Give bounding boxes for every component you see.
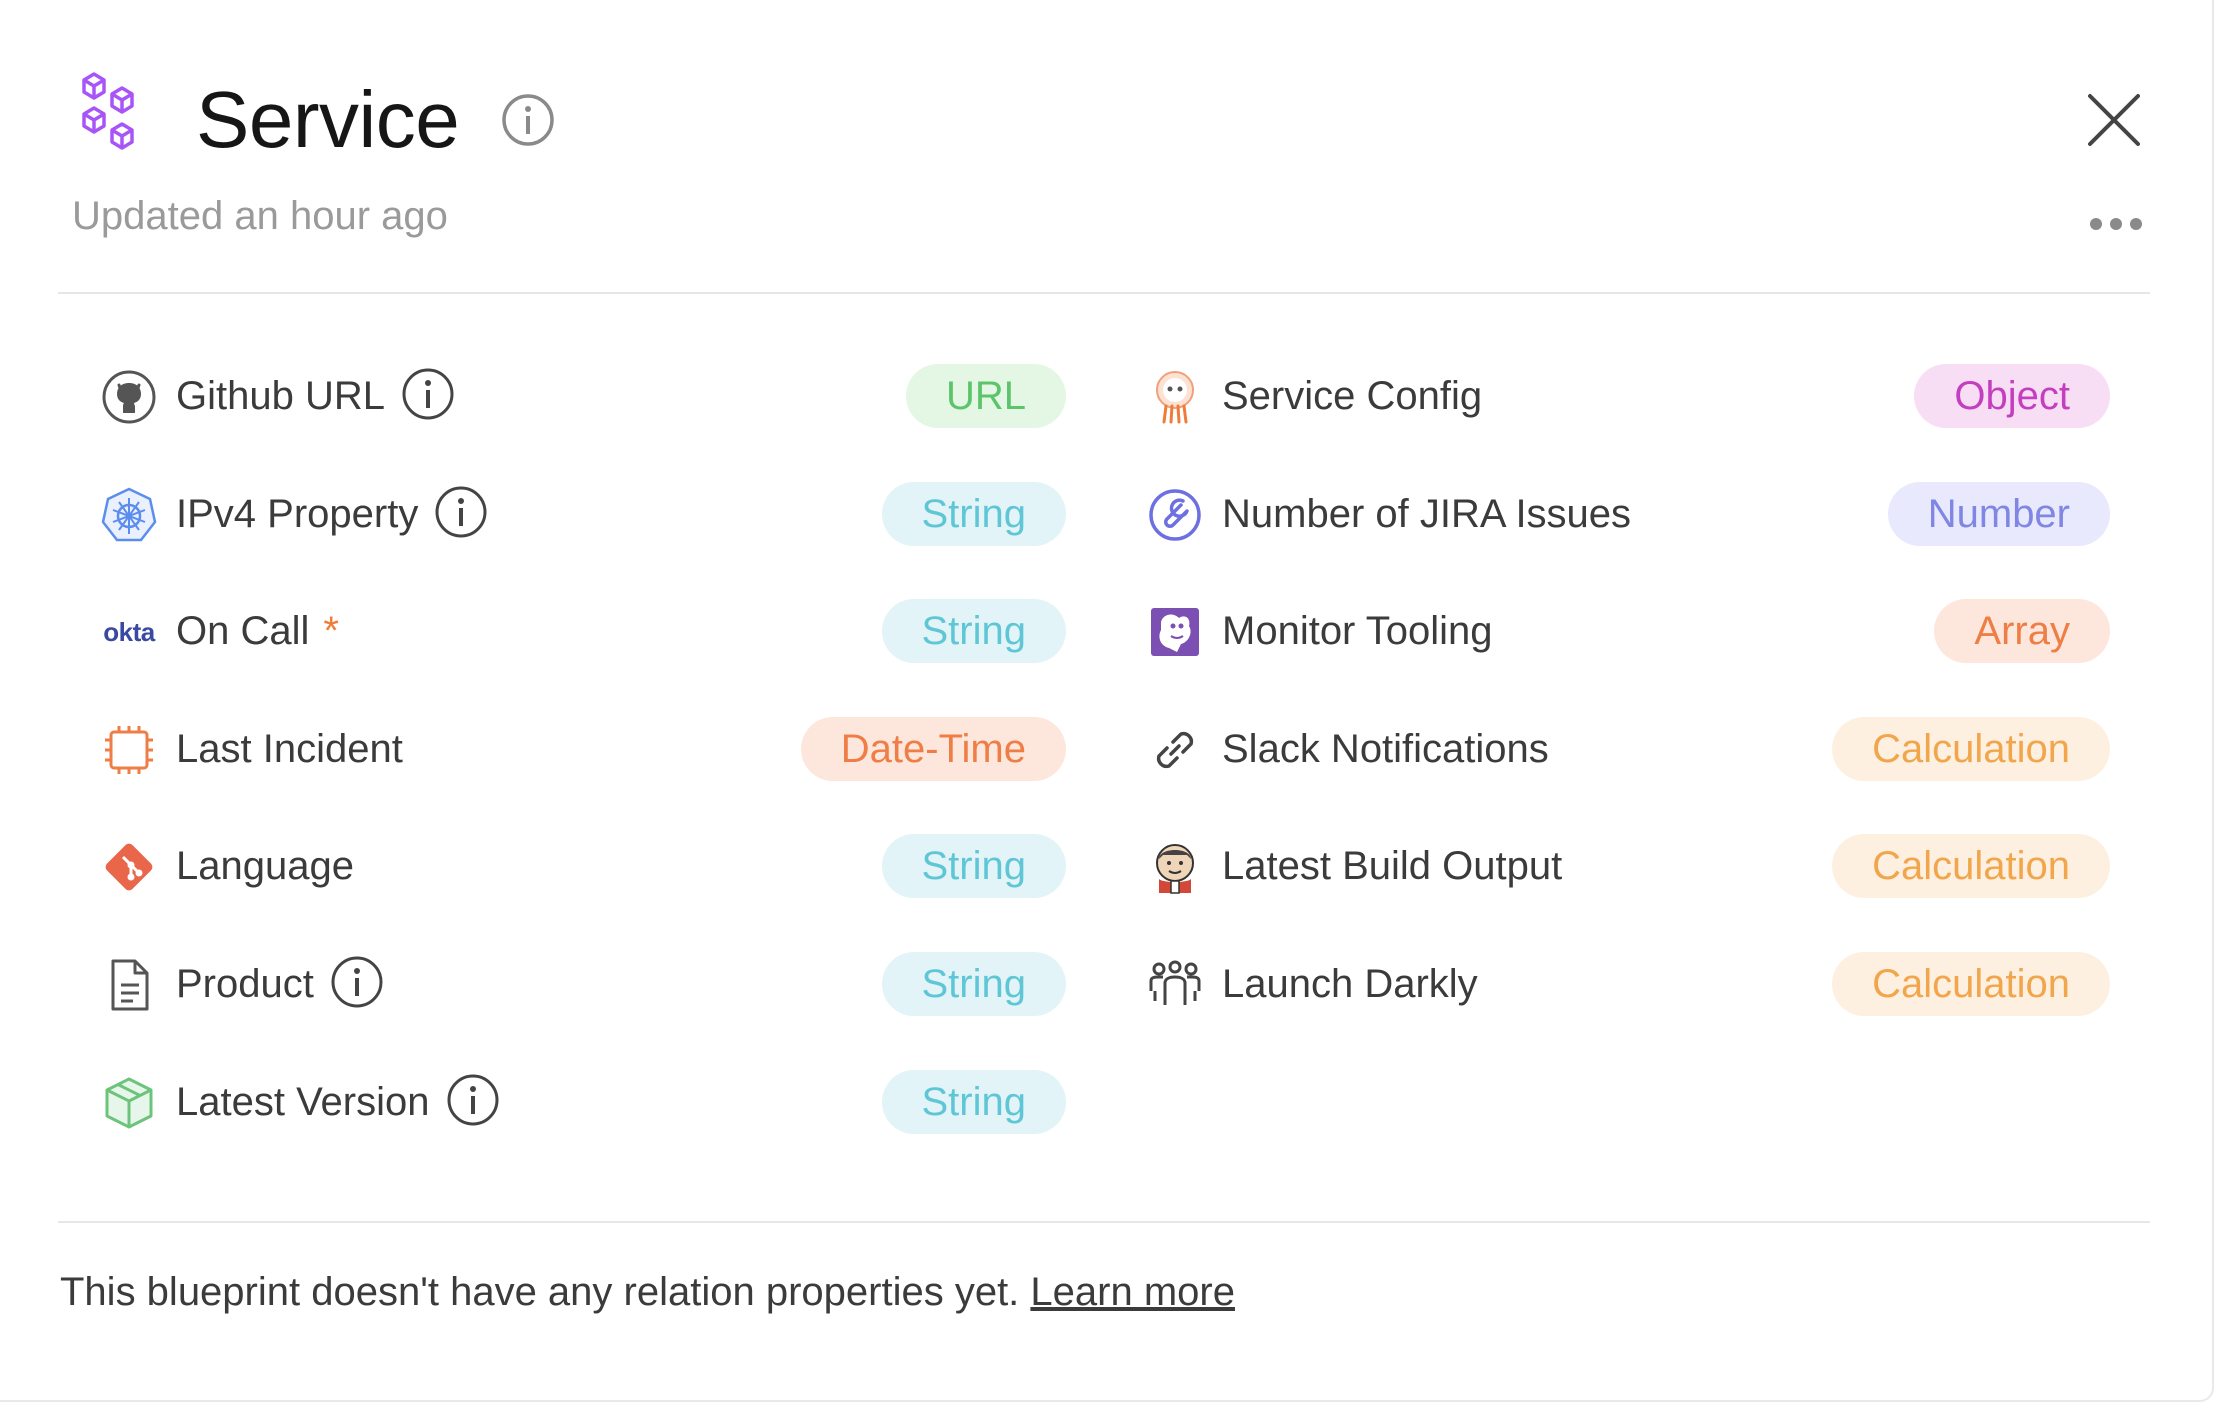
properties-right-column: Service Config Object Number of JIRA Iss… (1146, 364, 2110, 1070)
header-divider (58, 292, 2150, 294)
property-label: Slack Notifications (1222, 726, 1549, 771)
property-row[interactable]: Latest Build Output Calculation (1146, 834, 2110, 899)
property-label: Service Config (1222, 374, 1483, 418)
property-row[interactable]: Language String (100, 834, 1066, 899)
close-icon[interactable] (2082, 88, 2146, 152)
info-icon[interactable] (434, 485, 488, 539)
page-title: Service (196, 75, 460, 164)
type-badge: String (881, 481, 1066, 546)
kubernetes-icon (100, 486, 158, 544)
property-row[interactable]: Service Config Object (1146, 364, 2110, 428)
type-badge: Array (1934, 599, 2110, 664)
property-row[interactable]: IPv4 Property String (100, 481, 1066, 546)
type-badge: Object (1914, 364, 2110, 428)
info-icon[interactable] (330, 955, 384, 1009)
relations-footer: This blueprint doesn't have any relation… (60, 1264, 1235, 1320)
property-row[interactable]: Product String (100, 951, 1066, 1016)
type-badge: String (881, 834, 1066, 899)
property-row[interactable]: Launch Darkly Calculation (1146, 951, 2110, 1016)
property-label: Number of JIRA Issues (1222, 491, 1632, 536)
type-badge: Date-Time (800, 716, 1066, 781)
property-row[interactable]: okta On Call * String (100, 599, 1066, 664)
property-label: Launch Darkly (1222, 961, 1478, 1006)
okta-icon: okta (100, 603, 158, 661)
okta-logo-text: okta (103, 616, 155, 647)
document-icon (100, 956, 158, 1014)
required-marker: * (323, 609, 339, 654)
info-icon[interactable] (401, 367, 455, 421)
learn-more-link[interactable]: Learn more (1030, 1270, 1235, 1314)
property-label: Latest Version (176, 1079, 430, 1124)
property-label: On Call (176, 609, 310, 654)
property-label: IPv4 Property (176, 491, 419, 536)
footer-divider (58, 1221, 2150, 1223)
type-badge: Calculation (1832, 834, 2110, 899)
property-label: Monitor Tooling (1222, 609, 1493, 654)
datadog-icon (1146, 603, 1204, 661)
type-badge: String (881, 599, 1066, 664)
property-row[interactable]: Number of JIRA Issues Number (1146, 481, 2110, 546)
argo-icon (1146, 368, 1204, 426)
info-icon[interactable] (500, 92, 556, 148)
property-label: Language (176, 844, 354, 889)
wrench-icon (1146, 486, 1204, 544)
blueprint-card: Service Updated an hour ago Github URL U… (0, 0, 2214, 1402)
team-icon (1146, 956, 1204, 1014)
link-icon (1146, 721, 1204, 779)
property-row[interactable]: Github URL URL (100, 364, 1066, 428)
jenkins-icon (1146, 838, 1204, 896)
package-icon (100, 1074, 158, 1132)
blueprint-cubes-icon (82, 72, 134, 150)
card-header: Service Updated an hour ago (0, 0, 2212, 296)
type-badge: String (881, 951, 1066, 1016)
type-badge: Calculation (1832, 951, 2110, 1016)
property-label: Product (176, 961, 314, 1006)
property-row[interactable]: Slack Notifications Calculation (1146, 716, 2110, 781)
type-badge: String (881, 1069, 1066, 1134)
properties-left-column: Github URL URL IPv4 Property String okta… (100, 364, 1066, 1187)
property-row[interactable]: Latest Version String (100, 1069, 1066, 1134)
more-options-icon[interactable] (2086, 208, 2146, 240)
property-label: Latest Build Output (1222, 844, 1563, 889)
property-row[interactable]: Monitor Tooling Array (1146, 599, 2110, 664)
git-icon (100, 838, 158, 896)
microchip-icon (100, 721, 158, 779)
github-icon (100, 368, 158, 426)
property-row[interactable]: Last Incident Date-Time (100, 716, 1066, 781)
type-badge: Number (1887, 481, 2110, 546)
footer-text: This blueprint doesn't have any relation… (60, 1270, 1031, 1314)
type-badge: Calculation (1832, 716, 2110, 781)
updated-timestamp: Updated an hour ago (72, 194, 448, 238)
property-label: Github URL (176, 374, 385, 418)
property-label: Last Incident (176, 726, 403, 771)
info-icon[interactable] (446, 1073, 500, 1127)
type-badge: URL (905, 364, 1066, 428)
